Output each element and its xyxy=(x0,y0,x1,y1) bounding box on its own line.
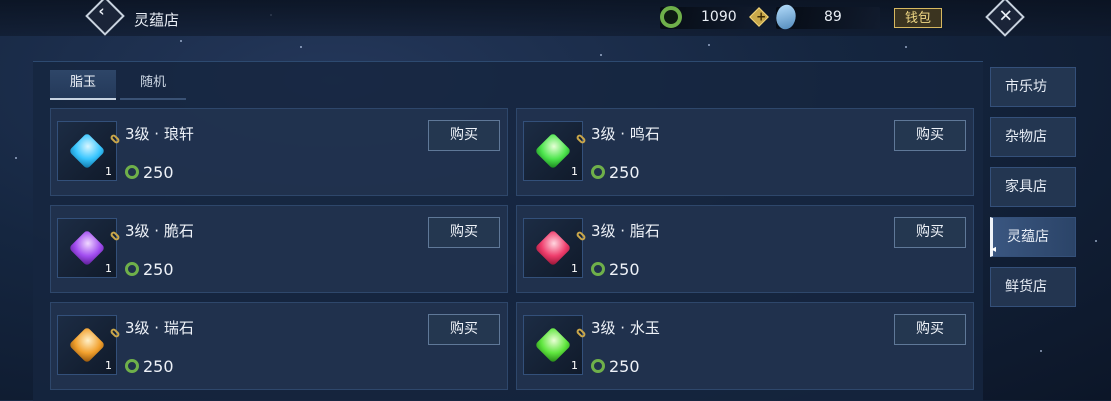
item-thumbnail[interactable]: 1 xyxy=(523,315,587,375)
shop-item: 1 3级 · 琅轩 250 购买 xyxy=(50,108,508,196)
shop-item: 1 3级 · 水玉 250 购买 xyxy=(516,302,974,390)
item-quantity: 1 xyxy=(105,262,112,275)
item-thumbnail[interactable]: 1 xyxy=(57,315,121,375)
item-price: 250 xyxy=(609,357,640,376)
item-quantity: 1 xyxy=(571,165,578,178)
selected-indicator-icon: ◂ xyxy=(991,244,997,255)
item-price: 250 xyxy=(143,260,174,279)
gem-icon xyxy=(534,229,572,267)
bound-link-icon xyxy=(575,230,587,242)
back-button[interactable]: ‹ xyxy=(85,0,125,36)
back-arrow-icon: ‹ xyxy=(98,2,105,21)
bound-link-icon xyxy=(575,327,587,339)
bound-link-icon xyxy=(575,133,587,145)
top-bar: ‹ 灵蕴店 1090 + 89 钱包 ✕ xyxy=(0,0,1111,37)
gem-icon xyxy=(534,132,572,170)
close-icon: ✕ xyxy=(998,6,1013,27)
sidebar-item-furniture[interactable]: 家具店 xyxy=(990,167,1076,207)
shop-title: 灵蕴店 xyxy=(134,11,180,29)
item-price: 250 xyxy=(143,163,174,182)
sidebar-item-market[interactable]: 市乐坊 xyxy=(990,67,1076,107)
item-name: 3级 · 脆石 xyxy=(125,222,194,240)
close-button[interactable]: ✕ xyxy=(985,0,1025,37)
spirit-coin-icon xyxy=(125,262,139,276)
item-name: 3级 · 瑞石 xyxy=(125,319,194,337)
shop-item: 1 3级 · 鸣石 250 购买 xyxy=(516,108,974,196)
bound-link-icon xyxy=(109,133,121,145)
item-thumbnail[interactable]: 1 xyxy=(523,218,587,278)
item-price: 250 xyxy=(609,260,640,279)
tab-random[interactable]: 随机 xyxy=(120,70,186,100)
buy-button[interactable]: 购买 xyxy=(428,120,500,151)
item-name: 3级 · 脂石 xyxy=(591,222,660,240)
spirit-coin-icon xyxy=(591,359,605,373)
item-thumbnail[interactable]: 1 xyxy=(57,218,121,278)
currency-2-value: 89 xyxy=(824,9,842,25)
sidebar-item-label: 灵蕴店 xyxy=(1007,229,1049,245)
spirit-coin-icon xyxy=(125,165,139,179)
spirit-coin-icon xyxy=(125,359,139,373)
item-quantity: 1 xyxy=(105,165,112,178)
shop-item: 1 3级 · 脆石 250 购买 xyxy=(50,205,508,293)
bound-link-icon xyxy=(109,230,121,242)
item-thumbnail[interactable]: 1 xyxy=(57,121,121,181)
currency-1-value: 1090 xyxy=(701,9,737,25)
spirit-coin-icon xyxy=(660,6,682,28)
item-quantity: 1 xyxy=(571,262,578,275)
bound-link-icon xyxy=(109,327,121,339)
item-name: 3级 · 琅轩 xyxy=(125,125,194,143)
item-price: 250 xyxy=(609,163,640,182)
buy-button[interactable]: 购买 xyxy=(894,314,966,345)
spirit-coin-icon xyxy=(591,262,605,276)
shop-item: 1 3级 · 瑞石 250 购买 xyxy=(50,302,508,390)
item-quantity: 1 xyxy=(105,359,112,372)
item-quantity: 1 xyxy=(571,359,578,372)
wallet-button[interactable]: 钱包 xyxy=(894,8,942,28)
buy-button[interactable]: 购买 xyxy=(428,314,500,345)
spirit-coin-icon xyxy=(591,165,605,179)
plus-icon: + xyxy=(756,9,767,24)
sidebar-item-fresh-goods[interactable]: 鲜货店 xyxy=(990,267,1076,307)
buy-button[interactable]: 购买 xyxy=(894,120,966,151)
sidebar-item-general-store[interactable]: 杂物店 xyxy=(990,117,1076,157)
shop-item: 1 3级 · 脂石 250 购买 xyxy=(516,205,974,293)
gem-icon xyxy=(68,229,106,267)
item-thumbnail[interactable]: 1 xyxy=(523,121,587,181)
sidebar-item-spirit-shop[interactable]: ◂ 灵蕴店 xyxy=(990,217,1076,257)
item-name: 3级 · 水玉 xyxy=(591,319,660,337)
tab-jade[interactable]: 脂玉 xyxy=(50,70,116,100)
gem-icon xyxy=(534,326,572,364)
item-name: 3级 · 鸣石 xyxy=(591,125,660,143)
item-price: 250 xyxy=(143,357,174,376)
gem-icon xyxy=(68,132,106,170)
buy-button[interactable]: 购买 xyxy=(428,217,500,248)
buy-button[interactable]: 购买 xyxy=(894,217,966,248)
gem-icon xyxy=(68,326,106,364)
